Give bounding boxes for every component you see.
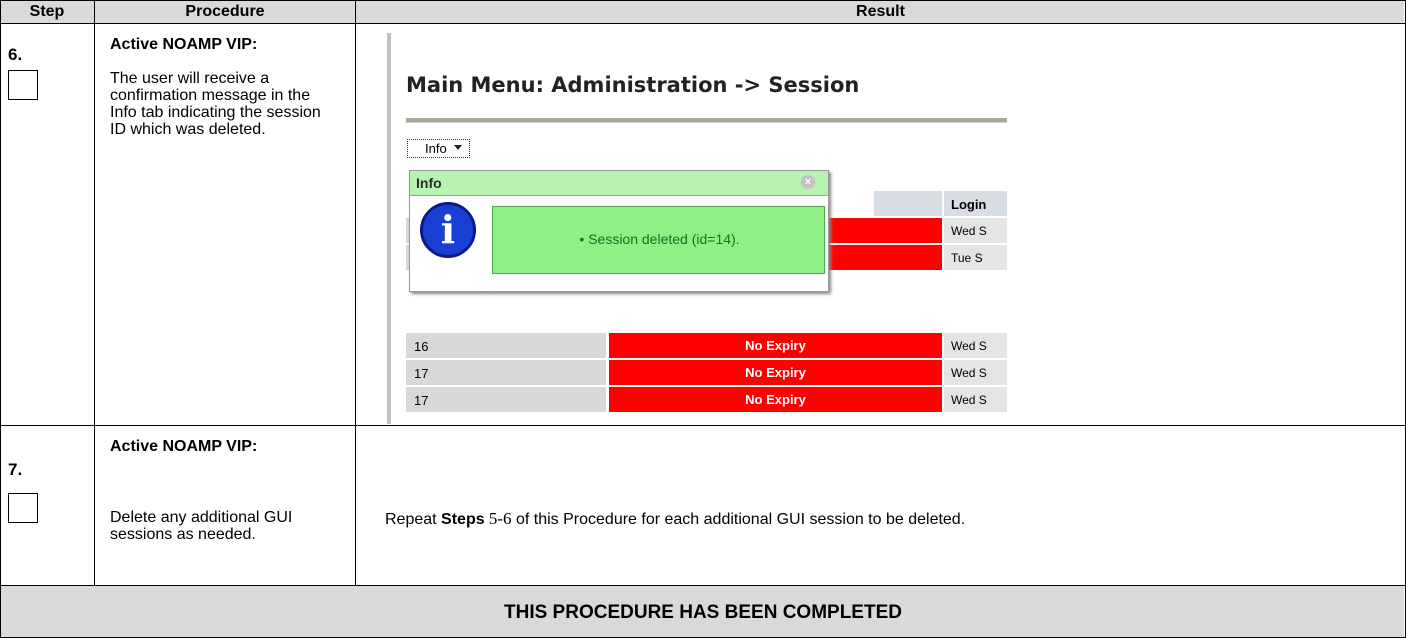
border-row6	[0, 425, 1406, 426]
step-procedure-text: Delete any additional GUI sessions as ne…	[110, 509, 293, 543]
expiry-cell: No Expiry	[609, 360, 942, 385]
info-popup-title: Info	[416, 175, 442, 191]
border-header	[0, 23, 1406, 24]
step-checkbox[interactable]	[8, 70, 38, 100]
session-id-cell: 17	[406, 360, 606, 385]
procedure-table: Step Procedure Result 6. Active NOAMP VI…	[0, 0, 1406, 638]
column-header-login: Login	[944, 191, 1007, 216]
step-procedure-title: Active NOAMP VIP:	[110, 36, 258, 53]
login-cell: Wed S	[944, 218, 1007, 243]
table-row: 17 No Expiry Wed S	[406, 387, 1007, 412]
info-button-label: Info	[425, 141, 447, 156]
expiry-cell: No Expiry	[609, 333, 942, 358]
title-rule-shadow	[406, 122, 1007, 123]
step-procedure-title: Active NOAMP VIP:	[110, 438, 258, 455]
border-col2	[355, 0, 356, 586]
login-cell: Tue S	[944, 245, 1007, 270]
info-message: • Session deleted (id=14).	[492, 206, 825, 274]
table-row: 16 No Expiry Wed S	[406, 333, 1007, 358]
header-result: Result	[856, 3, 905, 20]
completion-text: THIS PROCEDURE HAS BEEN COMPLETED	[504, 602, 902, 623]
border-top	[0, 0, 1406, 1]
step-result-text: Repeat Steps 5-6 of this Procedure for e…	[385, 509, 966, 528]
info-popup-header: Info ×	[410, 171, 828, 196]
step-procedure-text: The user will receive a confirmation mes…	[110, 70, 321, 138]
session-screenshot: Main Menu: Administration -> Session Inf…	[377, 33, 1007, 424]
login-cell: Wed S	[944, 387, 1007, 412]
header-step: Step	[29, 3, 65, 20]
step-number: 7.	[8, 460, 23, 479]
border-left	[0, 0, 1, 638]
close-icon[interactable]: ×	[801, 175, 815, 189]
info-icon: i	[420, 202, 476, 258]
table-row: 17 No Expiry Wed S	[406, 360, 1007, 385]
expiry-cell: No Expiry	[609, 387, 942, 412]
info-message-text: • Session deleted (id=14).	[579, 231, 740, 247]
login-cell: Wed S	[944, 360, 1007, 385]
border-col1	[94, 0, 95, 586]
chevron-down-icon	[454, 145, 462, 150]
session-id-cell: 16	[406, 333, 606, 358]
info-dropdown-button[interactable]: Info	[407, 139, 470, 158]
column-header-expiry	[874, 191, 942, 216]
step-number: 6.	[8, 45, 23, 64]
step-checkbox[interactable]	[8, 493, 38, 523]
info-popup-body: i • Session deleted (id=14).	[410, 196, 828, 291]
login-cell: Wed S	[944, 333, 1007, 358]
session-id-cell: 17	[406, 387, 606, 412]
info-popup: Info × i • Session deleted (id=14).	[409, 170, 829, 292]
screenshot-left-border	[387, 33, 391, 424]
screenshot-title: Main Menu: Administration -> Session	[406, 73, 860, 97]
header-procedure: Procedure	[185, 3, 265, 20]
